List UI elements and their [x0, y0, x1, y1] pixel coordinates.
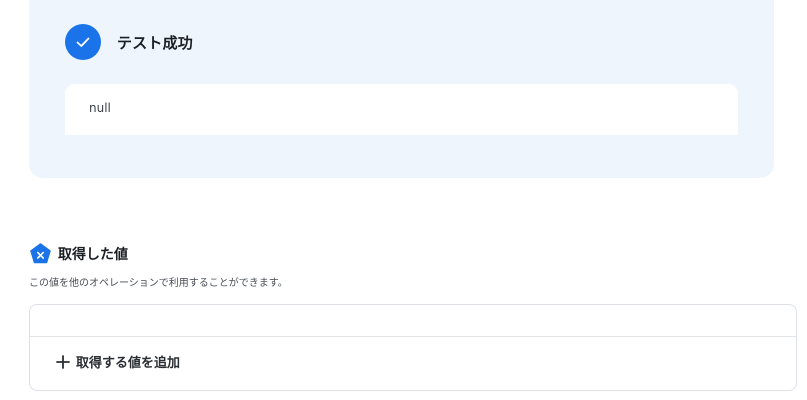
add-value-button[interactable]: 取得する値を追加	[56, 352, 180, 371]
test-status-label: テスト成功	[117, 33, 194, 52]
check-icon	[65, 24, 101, 60]
test-status-header: テスト成功	[65, 24, 193, 60]
variable-pentagon-icon	[30, 243, 51, 264]
test-result-card: テスト成功 null	[29, 0, 774, 178]
test-output-box: null	[65, 84, 738, 135]
add-value-label: 取得する値を追加	[76, 356, 181, 371]
retrieved-values-header: 取得した値	[30, 243, 128, 264]
test-output-value: null	[89, 101, 111, 115]
retrieved-values-description: この値を他のオペレーションで利用することができます。	[29, 278, 288, 289]
panel-divider	[30, 336, 796, 337]
retrieved-values-title: 取得した値	[58, 246, 128, 263]
plus-icon	[56, 354, 70, 369]
retrieved-values-panel: 取得する値を追加	[29, 304, 797, 391]
